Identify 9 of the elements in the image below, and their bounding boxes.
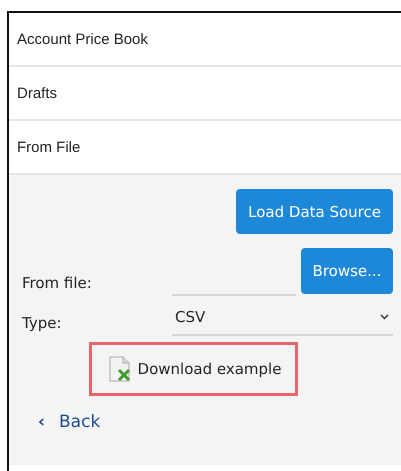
load-data-source-button[interactable]: Load Data Source xyxy=(236,189,393,234)
back-link[interactable]: ‹ Back xyxy=(38,412,100,432)
chevron-down-icon xyxy=(380,314,389,320)
download-example-link[interactable]: Download example xyxy=(88,342,298,396)
type-label: Type: xyxy=(22,314,63,334)
browse-button[interactable]: Browse... xyxy=(301,248,393,294)
spreadsheet-file-icon xyxy=(108,356,132,382)
from-file-label: From file: xyxy=(22,274,93,294)
type-dropdown[interactable]: CSV xyxy=(172,300,393,336)
